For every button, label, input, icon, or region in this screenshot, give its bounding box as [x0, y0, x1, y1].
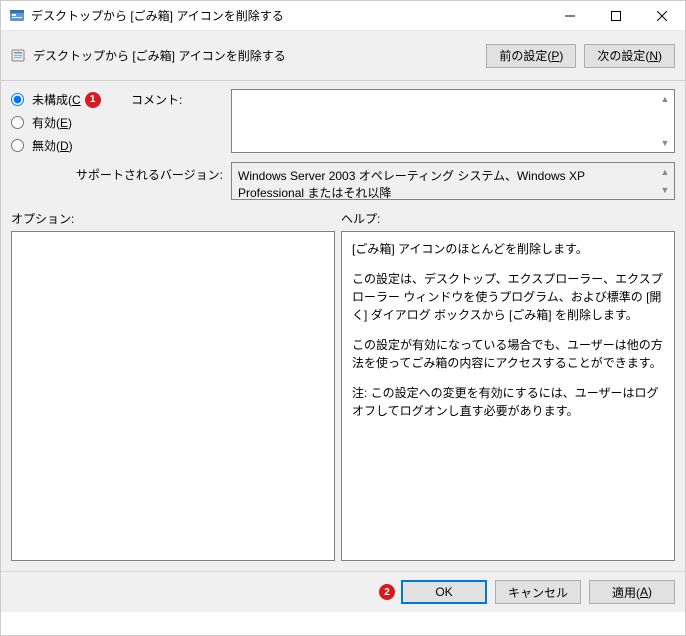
radio-enabled-input[interactable]	[11, 116, 24, 129]
section-labels: オプション: ヘルプ:	[1, 206, 685, 231]
panels: [ごみ箱] アイコンのほとんどを削除します。 この設定は、デスクトップ、エクスプ…	[1, 231, 685, 571]
r-dis-post: )	[69, 139, 73, 153]
r-en-post: )	[68, 116, 72, 130]
prev-label-post: )	[559, 49, 563, 63]
help-paragraph: 注: この設定への変更を有効にするには、ユーザーはログオフしてログオンし直す必要…	[352, 384, 664, 420]
options-label: オプション:	[11, 210, 341, 227]
ok-label: OK	[435, 585, 452, 599]
minimize-button[interactable]	[547, 1, 593, 30]
cancel-button[interactable]: キャンセル	[495, 580, 581, 604]
r-dis-key: D	[60, 139, 69, 153]
help-paragraph: [ごみ箱] アイコンのほとんどを削除します。	[352, 240, 664, 258]
close-button[interactable]	[639, 1, 685, 30]
scroll-up-icon[interactable]: ▲	[657, 164, 673, 180]
prev-label-pre: 前の設定(	[499, 47, 551, 64]
r-dis-pre: 無効(	[32, 139, 60, 153]
scroll-down-icon[interactable]: ▼	[657, 135, 673, 151]
comment-label: コメント:	[131, 91, 231, 108]
radio-group: 未構成(C 1 有効(E) 無効(D)	[11, 89, 131, 154]
scroll-down-icon[interactable]: ▼	[657, 182, 673, 198]
previous-setting-button[interactable]: 前の設定(P)	[486, 44, 576, 68]
help-paragraph: この設定が有効になっている場合でも、ユーザーは他の方法を使ってごみ箱の内容にアク…	[352, 336, 664, 372]
config-area: 未構成(C 1 有効(E) 無効(D) コメント: ▲ ▼ サポートされるバージ…	[1, 81, 685, 206]
next-setting-button[interactable]: 次の設定(N)	[584, 44, 675, 68]
toolbar: デスクトップから [ごみ箱] アイコンを削除する 前の設定(P) 次の設定(N)	[1, 31, 685, 81]
apply-label-key: A	[640, 585, 648, 599]
window-controls	[547, 1, 685, 30]
policy-icon	[11, 48, 27, 64]
supported-label: サポートされるバージョン:	[11, 162, 231, 200]
comment-textarea[interactable]: ▲ ▼	[231, 89, 675, 153]
apply-label-pre: 適用(	[612, 584, 640, 601]
help-label: ヘルプ:	[341, 210, 675, 227]
policy-title: デスクトップから [ごみ箱] アイコンを削除する	[33, 47, 478, 64]
r-en-pre: 有効(	[32, 116, 60, 130]
annotation-badge-2: 2	[379, 584, 395, 600]
button-bar: 2 OK キャンセル 適用(A)	[1, 571, 685, 612]
r-nc-pre: 未構成(	[32, 93, 72, 107]
ok-button[interactable]: OK	[401, 580, 487, 604]
options-panel	[11, 231, 335, 561]
policy-app-icon	[9, 8, 25, 24]
prev-label-key: P	[551, 49, 559, 63]
radio-not-configured[interactable]: 未構成(C 1	[11, 91, 131, 108]
next-label-pre: 次の設定(	[597, 47, 649, 64]
help-paragraph: この設定は、デスクトップ、エクスプローラー、エクスプローラー ウィンドウを使うプ…	[352, 270, 664, 324]
r-en-key: E	[60, 116, 68, 130]
title-bar: デスクトップから [ごみ箱] アイコンを削除する	[1, 1, 685, 31]
annotation-badge-1: 1	[85, 92, 101, 108]
radio-disabled-input[interactable]	[11, 139, 24, 152]
apply-button[interactable]: 適用(A)	[589, 580, 675, 604]
next-label-post: )	[658, 49, 662, 63]
supported-value: Windows Server 2003 オペレーティング システム、Window…	[238, 169, 585, 200]
next-label-key: N	[649, 49, 658, 63]
radio-disabled[interactable]: 無効(D)	[11, 137, 131, 154]
help-panel: [ごみ箱] アイコンのほとんどを削除します。 この設定は、デスクトップ、エクスプ…	[341, 231, 675, 561]
r-nc-key: C	[72, 93, 81, 107]
cancel-label: キャンセル	[508, 584, 568, 601]
supported-versions-box: Windows Server 2003 オペレーティング システム、Window…	[231, 162, 675, 200]
scroll-up-icon[interactable]: ▲	[657, 91, 673, 107]
radio-enabled[interactable]: 有効(E)	[11, 114, 131, 131]
window-title: デスクトップから [ごみ箱] アイコンを削除する	[31, 7, 547, 24]
radio-not-configured-input[interactable]	[11, 93, 24, 106]
maximize-button[interactable]	[593, 1, 639, 30]
apply-label-post: )	[648, 585, 652, 599]
